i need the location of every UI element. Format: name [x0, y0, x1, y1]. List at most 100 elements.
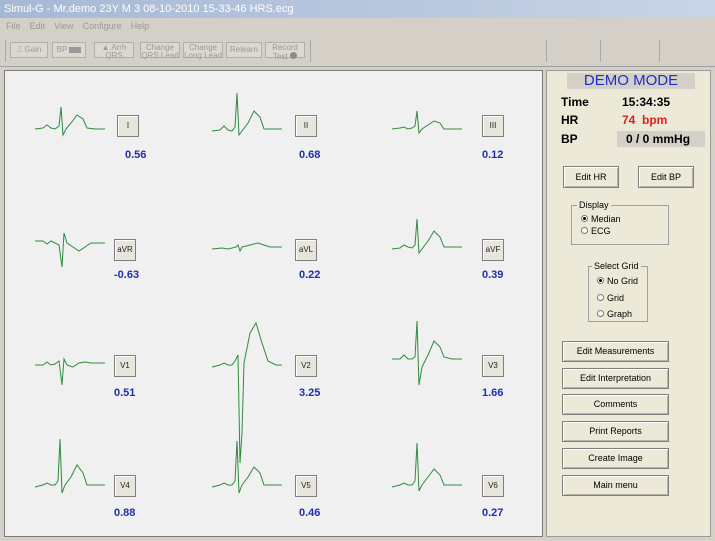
print-reports-button[interactable]: Print Reports [562, 421, 669, 442]
lead-V6-button[interactable]: V6 [482, 475, 504, 497]
lead-aVF-value: 0.39 [482, 269, 504, 281]
record-label-1: Record [272, 43, 298, 52]
lead-aVF-button[interactable]: aVF [482, 239, 504, 261]
lead-II-trace [211, 92, 282, 137]
time-label: Time [561, 95, 589, 109]
lead-V4-value: 0.88 [114, 507, 136, 519]
lead-V3-trace [392, 320, 462, 386]
lead-V5-button[interactable]: V5 [295, 475, 317, 497]
edit-interpretation-button[interactable]: Edit Interpretation [562, 368, 669, 389]
select-grid-label: Select Grid [592, 261, 641, 271]
radio-selected-icon [597, 277, 604, 285]
menu-view[interactable]: View [54, 18, 73, 34]
display-group-label: Display [577, 200, 611, 210]
hr-label: HR [561, 113, 579, 127]
lead-aVL-button[interactable]: aVL [295, 239, 317, 261]
qrs-label: QRS [105, 51, 123, 60]
lead-I-value: 0.56 [125, 149, 147, 161]
toolbar: ⎍ Gain BP ▲ Arrh QRS Change QRS Lead Cha… [0, 34, 715, 67]
edit-bp-button[interactable]: Edit BP [638, 166, 694, 188]
ecg-median-panel: I 0.56 II 0.68 III 0.12 aVR -0.63 aVL 0.… [4, 70, 543, 537]
lead-V5-value: 0.46 [299, 507, 321, 519]
lead-II-value: 0.68 [299, 149, 321, 161]
lead-V3-button[interactable]: V3 [482, 355, 504, 377]
grid-option-graph[interactable]: Graph [597, 309, 632, 319]
display-group [571, 205, 669, 245]
arrh-qrs-button[interactable]: ▲ Arrh QRS [94, 42, 134, 60]
radio-selected-icon [581, 215, 588, 223]
lead-aVF-trace [391, 218, 462, 255]
pulse-icon: ⎍ [16, 45, 23, 54]
grid-option-grid[interactable]: Grid [597, 293, 624, 303]
lead-V1-trace [35, 357, 105, 386]
radio-icon [597, 294, 604, 302]
lead-III-value: 0.12 [482, 149, 504, 161]
lead-V1-value: 0.51 [114, 387, 136, 399]
lead-V4-button[interactable]: V4 [114, 475, 136, 497]
radio-icon [597, 310, 604, 318]
lead-aVR-trace [35, 232, 105, 268]
window-title: Simul-G - Mr.demo 23Y M 3 08-10-2010 15-… [0, 0, 715, 18]
display-option-median-label: Median [591, 214, 621, 224]
gain-label: Gain [24, 45, 42, 54]
menu-help[interactable]: Help [131, 18, 150, 34]
toolbar-separator [546, 40, 547, 62]
comments-button[interactable]: Comments [562, 394, 669, 415]
relearn-label: Relearn [229, 45, 258, 54]
display-option-ecg[interactable]: ECG [581, 226, 611, 236]
bp-value: 0 / 0 mmHg [626, 132, 691, 146]
record-label-2: Test [273, 52, 288, 61]
grid-option-no-grid[interactable]: No Grid [597, 276, 638, 286]
lead-V6-value: 0.27 [482, 507, 504, 519]
grid-option-no-grid-label: No Grid [607, 276, 639, 286]
record-dot-icon [289, 52, 297, 59]
bp-button[interactable]: BP [52, 42, 86, 58]
gain-button[interactable]: ⎍ Gain [10, 42, 48, 58]
change-long-label-2: Long Lead [184, 51, 222, 60]
bp-label: BP [561, 132, 578, 146]
lead-aVL-value: 0.22 [299, 269, 321, 281]
change-qrs-lead-button[interactable]: Change QRS Lead [140, 42, 180, 60]
lead-III-button[interactable]: III [482, 115, 504, 137]
edit-measurements-button[interactable]: Edit Measurements [562, 341, 669, 362]
lead-I-button[interactable]: I [117, 115, 139, 137]
menu-configure[interactable]: Configure [83, 18, 122, 34]
display-option-median[interactable]: Median [581, 214, 621, 224]
toolbar-separator [600, 40, 601, 62]
bp-label: BP [56, 45, 68, 54]
lead-V2-button[interactable]: V2 [295, 355, 317, 377]
lead-V2-value: 3.25 [299, 387, 321, 399]
change-long-lead-button[interactable]: Change Long Lead [183, 42, 223, 60]
lead-II-button[interactable]: II [295, 115, 317, 137]
time-value: 15:34:35 [622, 95, 671, 109]
lead-V5-trace [211, 440, 282, 494]
menu-edit[interactable]: Edit [30, 18, 46, 34]
lead-V3-value: 1.66 [482, 387, 504, 399]
main-menu-button[interactable]: Main menu [562, 475, 669, 496]
hr-value: 74 bpm [622, 113, 668, 127]
toolbar-separator [310, 40, 311, 62]
menu-file[interactable]: File [6, 18, 21, 34]
edit-hr-button[interactable]: Edit HR [563, 166, 619, 188]
change-qrs-label-2: QRS Lead [141, 51, 179, 60]
lead-aVL-trace [211, 242, 282, 253]
toolbar-separator [659, 40, 660, 62]
grid-option-grid-label: Grid [607, 293, 625, 303]
lead-aVR-value: -0.63 [114, 269, 140, 281]
relearn-button[interactable]: Relearn [226, 42, 262, 58]
lead-V4-trace [34, 438, 105, 494]
lead-aVR-button[interactable]: aVR [114, 239, 136, 261]
cuff-icon [69, 46, 82, 53]
control-panel: DEMO MODE Time 15:34:35 HR 74 bpm BP 0 /… [546, 70, 711, 537]
lead-I-trace [34, 106, 105, 137]
lead-V6-trace [391, 442, 462, 492]
grid-option-graph-label: Graph [607, 309, 633, 319]
record-test-button[interactable]: Record Test [265, 42, 305, 61]
lead-V1-button[interactable]: V1 [114, 355, 136, 377]
toolbar-separator [5, 40, 6, 62]
create-image-button[interactable]: Create Image [562, 448, 669, 469]
display-option-ecg-label: ECG [591, 226, 611, 236]
demo-mode-banner: DEMO MODE [567, 73, 695, 89]
menu-bar: File Edit View Configure Help [0, 18, 715, 34]
radio-icon [581, 227, 588, 235]
